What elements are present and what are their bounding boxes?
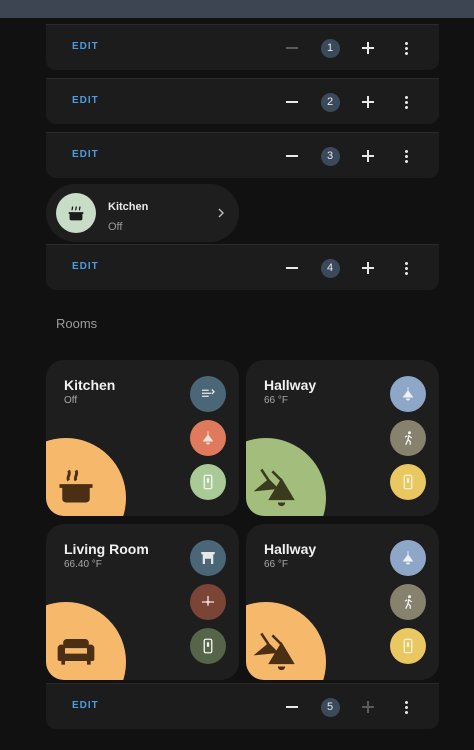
stove-icon [56,193,96,233]
ceiling-light-button[interactable] [390,540,426,576]
minus-icon [286,101,298,103]
fireplace-icon [201,552,215,564]
room-card-hallway[interactable]: Hallway 66 °F [246,524,439,680]
light-switch-icon [403,638,413,654]
edit-link[interactable]: EDIT [72,95,99,106]
chip-state: Off [108,221,123,233]
position-badge: 2 [318,90,342,114]
ceiling-lights-icon [254,632,295,671]
room-name: Living Room [64,541,149,557]
room-temperature: 66 °F [264,395,289,406]
fan-heater-button[interactable] [190,376,226,412]
light-switch-button[interactable] [390,628,426,664]
position-badge: 1 [318,36,342,60]
decrement-button[interactable] [280,256,304,280]
motion-sensor-button[interactable] [390,584,426,620]
increment-button[interactable] [356,36,380,60]
edit-bar: EDIT 3 [46,132,439,178]
sofa-icon [57,639,95,665]
fan-heater-icon [202,389,215,397]
room-temperature: 66.40 °F [64,559,102,570]
edit-bar: EDIT 4 [46,244,439,290]
decrement-button[interactable] [280,695,304,719]
minus-icon [286,706,298,708]
ceiling-light-button[interactable] [190,420,226,456]
room-card-kitchen[interactable]: Kitchen Off [46,360,239,516]
ceiling-light-icon [402,387,414,401]
top-bar [0,0,474,18]
edit-link[interactable]: EDIT [72,41,99,52]
light-switch-icon [203,638,213,654]
edit-link[interactable]: EDIT [72,149,99,160]
edit-bar: EDIT 5 [46,683,439,729]
edit-link[interactable]: EDIT [72,261,99,272]
more-options-icon[interactable] [394,695,418,719]
ceiling-light-icon [402,551,414,565]
ceiling-lights-icon [254,468,295,507]
light-switch-icon [403,474,413,490]
room-name: Hallway [264,377,317,393]
more-options-icon[interactable] [394,90,418,114]
minus-icon [286,155,298,157]
light-switch-button[interactable] [390,464,426,500]
ceiling-light-icon [202,431,214,445]
motion-sensor-button[interactable] [390,420,426,456]
light-switch-button[interactable] [190,628,226,664]
fireplace-button[interactable] [190,540,226,576]
ceiling-fan-button[interactable] [190,584,226,620]
room-temperature: 66 °F [264,559,289,570]
motion-sensor-icon [404,431,413,446]
increment-button[interactable] [356,695,380,719]
decrement-button[interactable] [280,144,304,168]
minus-icon [286,47,298,49]
edit-link[interactable]: EDIT [72,700,99,711]
ceiling-fan-icon [202,596,214,606]
increment-button[interactable] [356,144,380,168]
chevron-right-icon [218,208,224,218]
area-chip-kitchen[interactable]: Kitchen Off [46,184,239,242]
motion-sensor-icon [404,595,413,610]
light-switch-icon [203,474,213,490]
increment-button[interactable] [356,90,380,114]
room-card-hallway[interactable]: Hallway 66 °F [246,360,439,516]
ceiling-light-button[interactable] [390,376,426,412]
position-badge: 3 [318,144,342,168]
light-switch-button[interactable] [190,464,226,500]
edit-bar: EDIT 2 [46,78,439,124]
minus-icon [286,267,298,269]
more-options-icon[interactable] [394,144,418,168]
room-name: Kitchen [64,377,116,393]
edit-bar: EDIT 1 [46,24,439,70]
room-state: Off [64,395,78,406]
position-badge: 4 [318,256,342,280]
stove-icon [59,469,93,503]
position-badge: 5 [318,695,342,719]
decrement-button[interactable] [280,90,304,114]
more-options-icon[interactable] [394,256,418,280]
room-card-living-room[interactable]: Living Room 66.40 °F [46,524,239,680]
room-name: Hallway [264,541,317,557]
decrement-button[interactable] [280,36,304,60]
more-options-icon[interactable] [394,36,418,60]
increment-button[interactable] [356,256,380,280]
chip-title: Kitchen [108,201,149,213]
section-title-rooms: Rooms [56,316,98,331]
